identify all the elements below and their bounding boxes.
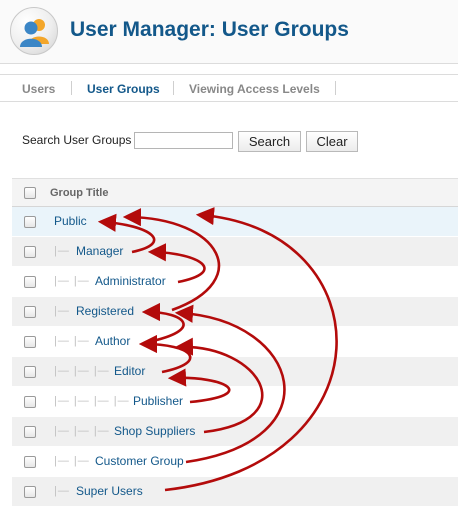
- submenu-tabs: Users User Groups Viewing Access Levels: [0, 74, 458, 102]
- tab-user-groups[interactable]: User Groups: [87, 82, 160, 96]
- tree-indent: |— |— |— |—: [54, 395, 130, 407]
- group-link-manager[interactable]: Manager: [76, 244, 123, 258]
- table-row: |— |— |— Editor: [12, 357, 458, 387]
- group-link-registered[interactable]: Registered: [76, 304, 134, 318]
- user-manager-logo: [10, 7, 58, 55]
- group-link-author[interactable]: Author: [95, 334, 130, 348]
- row-checkbox[interactable]: [24, 306, 36, 318]
- tree-indent: |—: [54, 245, 70, 257]
- row-checkbox[interactable]: [24, 336, 36, 348]
- table-header: Group Title: [12, 178, 458, 207]
- search-input[interactable]: [134, 132, 233, 149]
- tab-divider: [71, 81, 72, 95]
- table-row: |— |— Customer Group: [12, 447, 458, 477]
- column-header-group-title[interactable]: Group Title: [50, 187, 108, 199]
- page-header: User Manager: User Groups: [0, 0, 458, 64]
- table-row: |— Super Users: [12, 477, 458, 507]
- row-checkbox[interactable]: [24, 246, 36, 258]
- row-checkbox[interactable]: [24, 366, 36, 378]
- table-row: |— |— Administrator: [12, 267, 458, 297]
- group-link-customer-group[interactable]: Customer Group: [95, 454, 184, 468]
- tab-users[interactable]: Users: [22, 82, 55, 96]
- clear-button[interactable]: Clear: [306, 131, 358, 152]
- group-link-publisher[interactable]: Publisher: [133, 394, 183, 408]
- search-button[interactable]: Search: [238, 131, 301, 152]
- row-checkbox[interactable]: [24, 216, 36, 228]
- table-row: |— Registered: [12, 297, 458, 327]
- table-row: Public: [12, 207, 458, 237]
- row-checkbox[interactable]: [24, 396, 36, 408]
- table-row: |— |— Author: [12, 327, 458, 357]
- row-checkbox[interactable]: [24, 456, 36, 468]
- search-label: Search User Groups: [22, 133, 132, 147]
- tree-indent: |— |—: [54, 335, 90, 347]
- tree-indent: |— |—: [54, 455, 90, 467]
- tree-indent: |— |— |—: [54, 425, 110, 437]
- row-checkbox[interactable]: [24, 426, 36, 438]
- row-checkbox[interactable]: [24, 486, 36, 498]
- row-checkbox[interactable]: [24, 276, 36, 288]
- tab-viewing-access-levels[interactable]: Viewing Access Levels: [189, 82, 320, 96]
- tree-indent: |—: [54, 305, 70, 317]
- group-link-editor[interactable]: Editor: [114, 364, 145, 378]
- group-link-super-users[interactable]: Super Users: [76, 484, 143, 498]
- tab-divider: [335, 81, 336, 95]
- tree-indent: |—: [54, 485, 70, 497]
- table-row: |— |— |— Shop Suppliers: [12, 417, 458, 447]
- user-groups-table: Group Title Public |— Manager |— |— Admi…: [12, 178, 458, 507]
- group-link-administrator[interactable]: Administrator: [95, 274, 166, 288]
- group-link-public[interactable]: Public: [54, 214, 87, 228]
- table-row: |— Manager: [12, 237, 458, 267]
- group-link-shop-suppliers[interactable]: Shop Suppliers: [114, 424, 195, 438]
- tab-divider: [173, 81, 174, 95]
- tree-indent: |— |—: [54, 275, 90, 287]
- select-all-checkbox[interactable]: [24, 187, 36, 199]
- page-title: User Manager: User Groups: [70, 18, 349, 41]
- tree-indent: |— |— |—: [54, 365, 110, 377]
- table-row: |— |— |— |— Publisher: [12, 387, 458, 417]
- users-icon: [20, 19, 49, 47]
